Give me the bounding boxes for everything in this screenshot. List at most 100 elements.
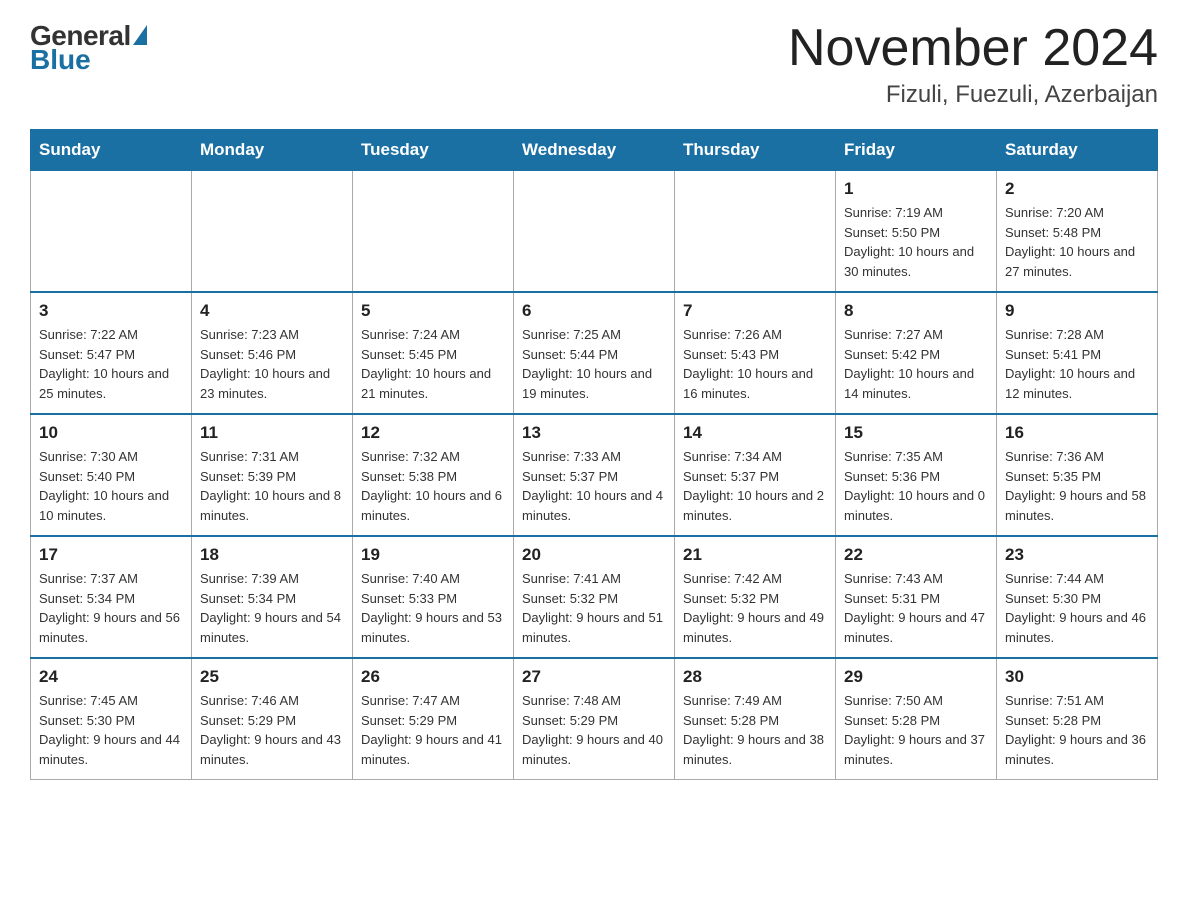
calendar-cell: 4 Sunrise: 7:23 AMSunset: 5:46 PMDaylight… — [192, 292, 353, 414]
weekday-header-wednesday: Wednesday — [514, 130, 675, 171]
calendar-cell: 16 Sunrise: 7:36 AMSunset: 5:35 PMDayligh… — [997, 414, 1158, 536]
week-row-4: 17 Sunrise: 7:37 AMSunset: 5:34 PMDayligh… — [31, 536, 1158, 658]
day-number: 14 — [683, 423, 827, 443]
calendar-cell: 24 Sunrise: 7:45 AMSunset: 5:30 PMDayligh… — [31, 658, 192, 780]
week-row-2: 3 Sunrise: 7:22 AMSunset: 5:47 PMDaylight… — [31, 292, 1158, 414]
day-info: Sunrise: 7:36 AMSunset: 5:35 PMDaylight:… — [1005, 447, 1149, 525]
calendar-cell: 17 Sunrise: 7:37 AMSunset: 5:34 PMDayligh… — [31, 536, 192, 658]
day-info: Sunrise: 7:31 AMSunset: 5:39 PMDaylight:… — [200, 447, 344, 525]
day-number: 8 — [844, 301, 988, 321]
weekday-header-row: SundayMondayTuesdayWednesdayThursdayFrid… — [31, 130, 1158, 171]
calendar-cell: 22 Sunrise: 7:43 AMSunset: 5:31 PMDayligh… — [836, 536, 997, 658]
day-number: 28 — [683, 667, 827, 687]
day-info: Sunrise: 7:47 AMSunset: 5:29 PMDaylight:… — [361, 691, 505, 769]
day-number: 5 — [361, 301, 505, 321]
calendar-cell: 2 Sunrise: 7:20 AMSunset: 5:48 PMDaylight… — [997, 171, 1158, 293]
weekday-header-monday: Monday — [192, 130, 353, 171]
weekday-header-sunday: Sunday — [31, 130, 192, 171]
day-info: Sunrise: 7:44 AMSunset: 5:30 PMDaylight:… — [1005, 569, 1149, 647]
day-number: 24 — [39, 667, 183, 687]
day-info: Sunrise: 7:23 AMSunset: 5:46 PMDaylight:… — [200, 325, 344, 403]
calendar-cell: 25Sunrise: 7:46 AMSunset: 5:29 PMDayligh… — [192, 658, 353, 780]
week-row-1: 1 Sunrise: 7:19 AMSunset: 5:50 PMDaylight… — [31, 171, 1158, 293]
day-number: 3 — [39, 301, 183, 321]
logo: General Blue — [30, 20, 147, 76]
calendar-cell: 10 Sunrise: 7:30 AMSunset: 5:40 PMDayligh… — [31, 414, 192, 536]
calendar-cell: 21Sunrise: 7:42 AMSunset: 5:32 PMDayligh… — [675, 536, 836, 658]
calendar-cell — [675, 171, 836, 293]
day-number: 23 — [1005, 545, 1149, 565]
calendar-cell: 23 Sunrise: 7:44 AMSunset: 5:30 PMDayligh… — [997, 536, 1158, 658]
day-info: Sunrise: 7:30 AMSunset: 5:40 PMDaylight:… — [39, 447, 183, 525]
weekday-header-tuesday: Tuesday — [353, 130, 514, 171]
day-info: Sunrise: 7:24 AMSunset: 5:45 PMDaylight:… — [361, 325, 505, 403]
calendar-cell: 13 Sunrise: 7:33 AMSunset: 5:37 PMDayligh… — [514, 414, 675, 536]
calendar-cell: 1 Sunrise: 7:19 AMSunset: 5:50 PMDaylight… — [836, 171, 997, 293]
calendar-cell — [192, 171, 353, 293]
day-info: Sunrise: 7:22 AMSunset: 5:47 PMDaylight:… — [39, 325, 183, 403]
week-row-3: 10 Sunrise: 7:30 AMSunset: 5:40 PMDayligh… — [31, 414, 1158, 536]
calendar-cell: 8Sunrise: 7:27 AMSunset: 5:42 PMDaylight… — [836, 292, 997, 414]
calendar-cell: 19 Sunrise: 7:40 AMSunset: 5:33 PMDayligh… — [353, 536, 514, 658]
calendar-cell: 26 Sunrise: 7:47 AMSunset: 5:29 PMDayligh… — [353, 658, 514, 780]
day-info: Sunrise: 7:39 AMSunset: 5:34 PMDaylight:… — [200, 569, 344, 647]
day-number: 30 — [1005, 667, 1149, 687]
day-number: 22 — [844, 545, 988, 565]
calendar-table: SundayMondayTuesdayWednesdayThursdayFrid… — [30, 129, 1158, 780]
day-number: 11 — [200, 423, 344, 443]
calendar-cell: 3 Sunrise: 7:22 AMSunset: 5:47 PMDaylight… — [31, 292, 192, 414]
logo-triangle-icon — [133, 25, 147, 45]
day-info: Sunrise: 7:34 AMSunset: 5:37 PMDaylight:… — [683, 447, 827, 525]
day-number: 27 — [522, 667, 666, 687]
calendar-cell: 5 Sunrise: 7:24 AMSunset: 5:45 PMDaylight… — [353, 292, 514, 414]
calendar-cell: 12 Sunrise: 7:32 AMSunset: 5:38 PMDayligh… — [353, 414, 514, 536]
weekday-header-saturday: Saturday — [997, 130, 1158, 171]
day-number: 13 — [522, 423, 666, 443]
day-info: Sunrise: 7:49 AMSunset: 5:28 PMDaylight:… — [683, 691, 827, 769]
day-number: 2 — [1005, 179, 1149, 199]
logo-blue-text: Blue — [30, 44, 91, 76]
day-info: Sunrise: 7:43 AMSunset: 5:31 PMDaylight:… — [844, 569, 988, 647]
day-info: Sunrise: 7:37 AMSunset: 5:34 PMDaylight:… — [39, 569, 183, 647]
calendar-cell: 11 Sunrise: 7:31 AMSunset: 5:39 PMDayligh… — [192, 414, 353, 536]
day-number: 29 — [844, 667, 988, 687]
calendar-cell — [353, 171, 514, 293]
day-info: Sunrise: 7:48 AMSunset: 5:29 PMDaylight:… — [522, 691, 666, 769]
day-info: Sunrise: 7:50 AMSunset: 5:28 PMDaylight:… — [844, 691, 988, 769]
day-number: 9 — [1005, 301, 1149, 321]
day-info: Sunrise: 7:26 AMSunset: 5:43 PMDaylight:… — [683, 325, 827, 403]
day-number: 15 — [844, 423, 988, 443]
calendar-cell — [31, 171, 192, 293]
day-number: 12 — [361, 423, 505, 443]
location-title: Fizuli, Fuezuli, Azerbaijan — [788, 81, 1158, 109]
day-number: 17 — [39, 545, 183, 565]
day-number: 4 — [200, 301, 344, 321]
day-info: Sunrise: 7:45 AMSunset: 5:30 PMDaylight:… — [39, 691, 183, 769]
calendar-cell: 7 Sunrise: 7:26 AMSunset: 5:43 PMDaylight… — [675, 292, 836, 414]
calendar-cell: 9Sunrise: 7:28 AMSunset: 5:41 PMDaylight… — [997, 292, 1158, 414]
day-info: Sunrise: 7:35 AMSunset: 5:36 PMDaylight:… — [844, 447, 988, 525]
weekday-header-thursday: Thursday — [675, 130, 836, 171]
day-info: Sunrise: 7:33 AMSunset: 5:37 PMDaylight:… — [522, 447, 666, 525]
week-row-5: 24 Sunrise: 7:45 AMSunset: 5:30 PMDayligh… — [31, 658, 1158, 780]
day-number: 7 — [683, 301, 827, 321]
calendar-cell: 30Sunrise: 7:51 AMSunset: 5:28 PMDayligh… — [997, 658, 1158, 780]
day-info: Sunrise: 7:25 AMSunset: 5:44 PMDaylight:… — [522, 325, 666, 403]
day-number: 10 — [39, 423, 183, 443]
day-info: Sunrise: 7:40 AMSunset: 5:33 PMDaylight:… — [361, 569, 505, 647]
day-number: 6 — [522, 301, 666, 321]
weekday-header-friday: Friday — [836, 130, 997, 171]
day-info: Sunrise: 7:32 AMSunset: 5:38 PMDaylight:… — [361, 447, 505, 525]
day-info: Sunrise: 7:20 AMSunset: 5:48 PMDaylight:… — [1005, 203, 1149, 281]
day-info: Sunrise: 7:42 AMSunset: 5:32 PMDaylight:… — [683, 569, 827, 647]
day-number: 16 — [1005, 423, 1149, 443]
day-info: Sunrise: 7:19 AMSunset: 5:50 PMDaylight:… — [844, 203, 988, 281]
day-number: 1 — [844, 179, 988, 199]
calendar-cell: 28 Sunrise: 7:49 AMSunset: 5:28 PMDayligh… — [675, 658, 836, 780]
calendar-cell: 18Sunrise: 7:39 AMSunset: 5:34 PMDayligh… — [192, 536, 353, 658]
page-header: General Blue November 2024 Fizuli, Fuezu… — [30, 20, 1158, 109]
day-number: 26 — [361, 667, 505, 687]
title-area: November 2024 Fizuli, Fuezuli, Azerbaija… — [788, 20, 1158, 109]
day-number: 19 — [361, 545, 505, 565]
calendar-cell: 27 Sunrise: 7:48 AMSunset: 5:29 PMDayligh… — [514, 658, 675, 780]
